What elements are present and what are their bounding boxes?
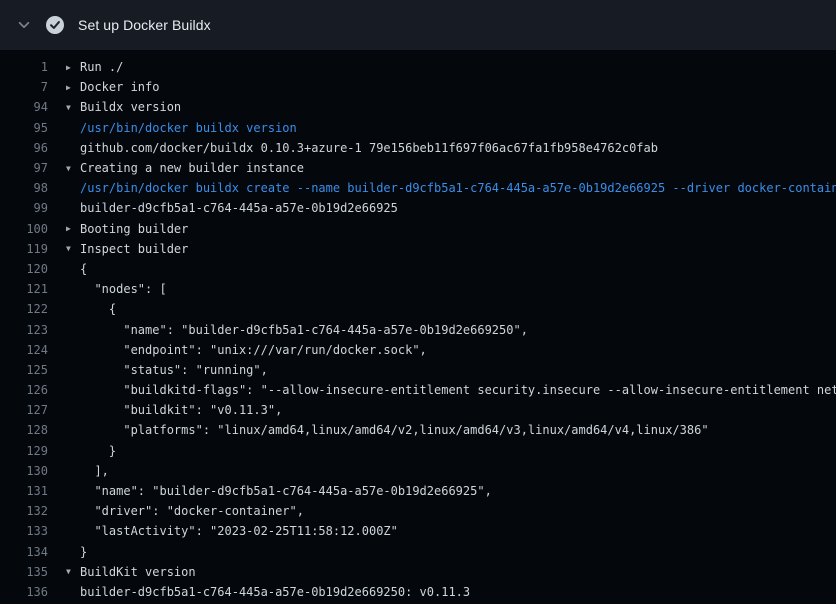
triangle-right-icon[interactable]: ▶ — [66, 83, 80, 92]
triangle-down-icon[interactable]: ▼ — [66, 164, 80, 173]
log-line: 1 ▶ Run ./ — [0, 57, 836, 77]
triangle-down-icon[interactable]: ▼ — [66, 567, 80, 576]
line-number[interactable]: 134 — [0, 545, 48, 559]
line-number[interactable]: 122 — [0, 302, 48, 316]
log-text: { — [80, 262, 87, 276]
line-number[interactable]: 97 — [0, 161, 48, 175]
log-text[interactable]: BuildKit version — [80, 565, 196, 579]
log-line: 124 "endpoint": "unix:///var/run/docker.… — [0, 340, 836, 360]
log-line: 134 } — [0, 542, 836, 562]
line-number[interactable]: 94 — [0, 100, 48, 114]
line-number[interactable]: 121 — [0, 282, 48, 296]
log-line: 136 builder-d9cfb5a1-c764-445a-a57e-0b19… — [0, 582, 836, 602]
triangle-down-icon[interactable]: ▼ — [66, 244, 80, 253]
log-text: "lastActivity": "2023-02-25T11:58:12.000… — [80, 524, 398, 538]
log-line: 120 { — [0, 259, 836, 279]
log-line: 131 "name": "builder-d9cfb5a1-c764-445a-… — [0, 481, 836, 501]
line-number[interactable]: 136 — [0, 585, 48, 599]
log-text: "status": "running", — [80, 363, 268, 377]
line-number[interactable]: 99 — [0, 201, 48, 215]
triangle-right-icon[interactable]: ▶ — [66, 224, 80, 233]
log-text: ], — [80, 464, 109, 478]
line-number[interactable]: 131 — [0, 484, 48, 498]
line-number[interactable]: 1 — [0, 60, 48, 74]
line-number[interactable]: 124 — [0, 343, 48, 357]
log-line: 100 ▶ Booting builder — [0, 219, 836, 239]
line-number[interactable]: 133 — [0, 524, 48, 538]
log-text[interactable]: Creating a new builder instance — [80, 161, 304, 175]
log-line: 127 "buildkit": "v0.11.3", — [0, 400, 836, 420]
line-number[interactable]: 120 — [0, 262, 48, 276]
line-number[interactable]: 127 — [0, 403, 48, 417]
line-number[interactable]: 95 — [0, 121, 48, 135]
line-number[interactable]: 129 — [0, 444, 48, 458]
log-text: /usr/bin/docker buildx version — [80, 121, 297, 135]
log-line: 132 "driver": "docker-container", — [0, 501, 836, 521]
log-text: builder-d9cfb5a1-c764-445a-a57e-0b19d2e6… — [80, 585, 470, 599]
log-text: } — [80, 444, 116, 458]
log-line: 94 ▼ Buildx version — [0, 97, 836, 117]
line-number[interactable]: 130 — [0, 464, 48, 478]
log-line: 128 "platforms": "linux/amd64,linux/amd6… — [0, 420, 836, 440]
line-number[interactable]: 132 — [0, 504, 48, 518]
log-text: "name": "builder-d9cfb5a1-c764-445a-a57e… — [80, 323, 528, 337]
log-line: 99 builder-d9cfb5a1-c764-445a-a57e-0b19d… — [0, 198, 836, 218]
log-text[interactable]: Booting builder — [80, 222, 188, 236]
log-line: 96 github.com/docker/buildx 0.10.3+azure… — [0, 138, 836, 158]
log-text[interactable]: Run ./ — [80, 60, 123, 74]
line-number[interactable]: 123 — [0, 323, 48, 337]
log-text: "name": "builder-d9cfb5a1-c764-445a-a57e… — [80, 484, 492, 498]
log-line: 123 "name": "builder-d9cfb5a1-c764-445a-… — [0, 319, 836, 339]
log-text[interactable]: Docker info — [80, 80, 159, 94]
log-line: 129 } — [0, 441, 836, 461]
line-number[interactable]: 119 — [0, 242, 48, 256]
log-line: 133 "lastActivity": "2023-02-25T11:58:12… — [0, 521, 836, 541]
line-number[interactable]: 128 — [0, 423, 48, 437]
log-line: 121 "nodes": [ — [0, 279, 836, 299]
log-text: "endpoint": "unix:///var/run/docker.sock… — [80, 343, 427, 357]
log-text: builder-d9cfb5a1-c764-445a-a57e-0b19d2e6… — [80, 201, 398, 215]
log-line: 97 ▼ Creating a new builder instance — [0, 158, 836, 178]
line-number[interactable]: 96 — [0, 141, 48, 155]
log-text: } — [80, 545, 87, 559]
log-container: 1 ▶ Run ./ 7 ▶ Docker info 94 ▼ Buildx v… — [0, 50, 836, 602]
line-number[interactable]: 7 — [0, 80, 48, 94]
log-line: 126 "buildkitd-flags": "--allow-insecure… — [0, 380, 836, 400]
step-header[interactable]: Set up Docker Buildx — [0, 0, 836, 50]
log-line: 125 "status": "running", — [0, 360, 836, 380]
log-text[interactable]: Inspect builder — [80, 242, 188, 256]
log-text: github.com/docker/buildx 0.10.3+azure-1 … — [80, 141, 658, 155]
triangle-right-icon[interactable]: ▶ — [66, 63, 80, 72]
log-text: "driver": "docker-container", — [80, 504, 304, 518]
log-line: 119 ▼ Inspect builder — [0, 239, 836, 259]
log-text: "buildkitd-flags": "--allow-insecure-ent… — [80, 383, 836, 397]
line-number[interactable]: 100 — [0, 222, 48, 236]
line-number[interactable]: 125 — [0, 363, 48, 377]
log-text: "buildkit": "v0.11.3", — [80, 403, 282, 417]
log-text: /usr/bin/docker buildx create --name bui… — [80, 181, 836, 195]
line-number[interactable]: 126 — [0, 383, 48, 397]
log-line: 130 ], — [0, 461, 836, 481]
log-text[interactable]: Buildx version — [80, 100, 181, 114]
log-line: 98 /usr/bin/docker buildx create --name … — [0, 178, 836, 198]
log-line: 135 ▼ BuildKit version — [0, 562, 836, 582]
check-circle-icon — [46, 16, 64, 34]
line-number[interactable]: 135 — [0, 565, 48, 579]
log-text: { — [80, 302, 116, 316]
log-text: "nodes": [ — [80, 282, 167, 296]
log-line: 122 { — [0, 299, 836, 319]
log-line: 7 ▶ Docker info — [0, 77, 836, 97]
triangle-down-icon[interactable]: ▼ — [66, 103, 80, 112]
log-text: "platforms": "linux/amd64,linux/amd64/v2… — [80, 423, 709, 437]
log-line: 95 /usr/bin/docker buildx version — [0, 118, 836, 138]
step-title: Set up Docker Buildx — [78, 17, 211, 33]
chevron-down-icon[interactable] — [16, 17, 32, 33]
line-number[interactable]: 98 — [0, 181, 48, 195]
